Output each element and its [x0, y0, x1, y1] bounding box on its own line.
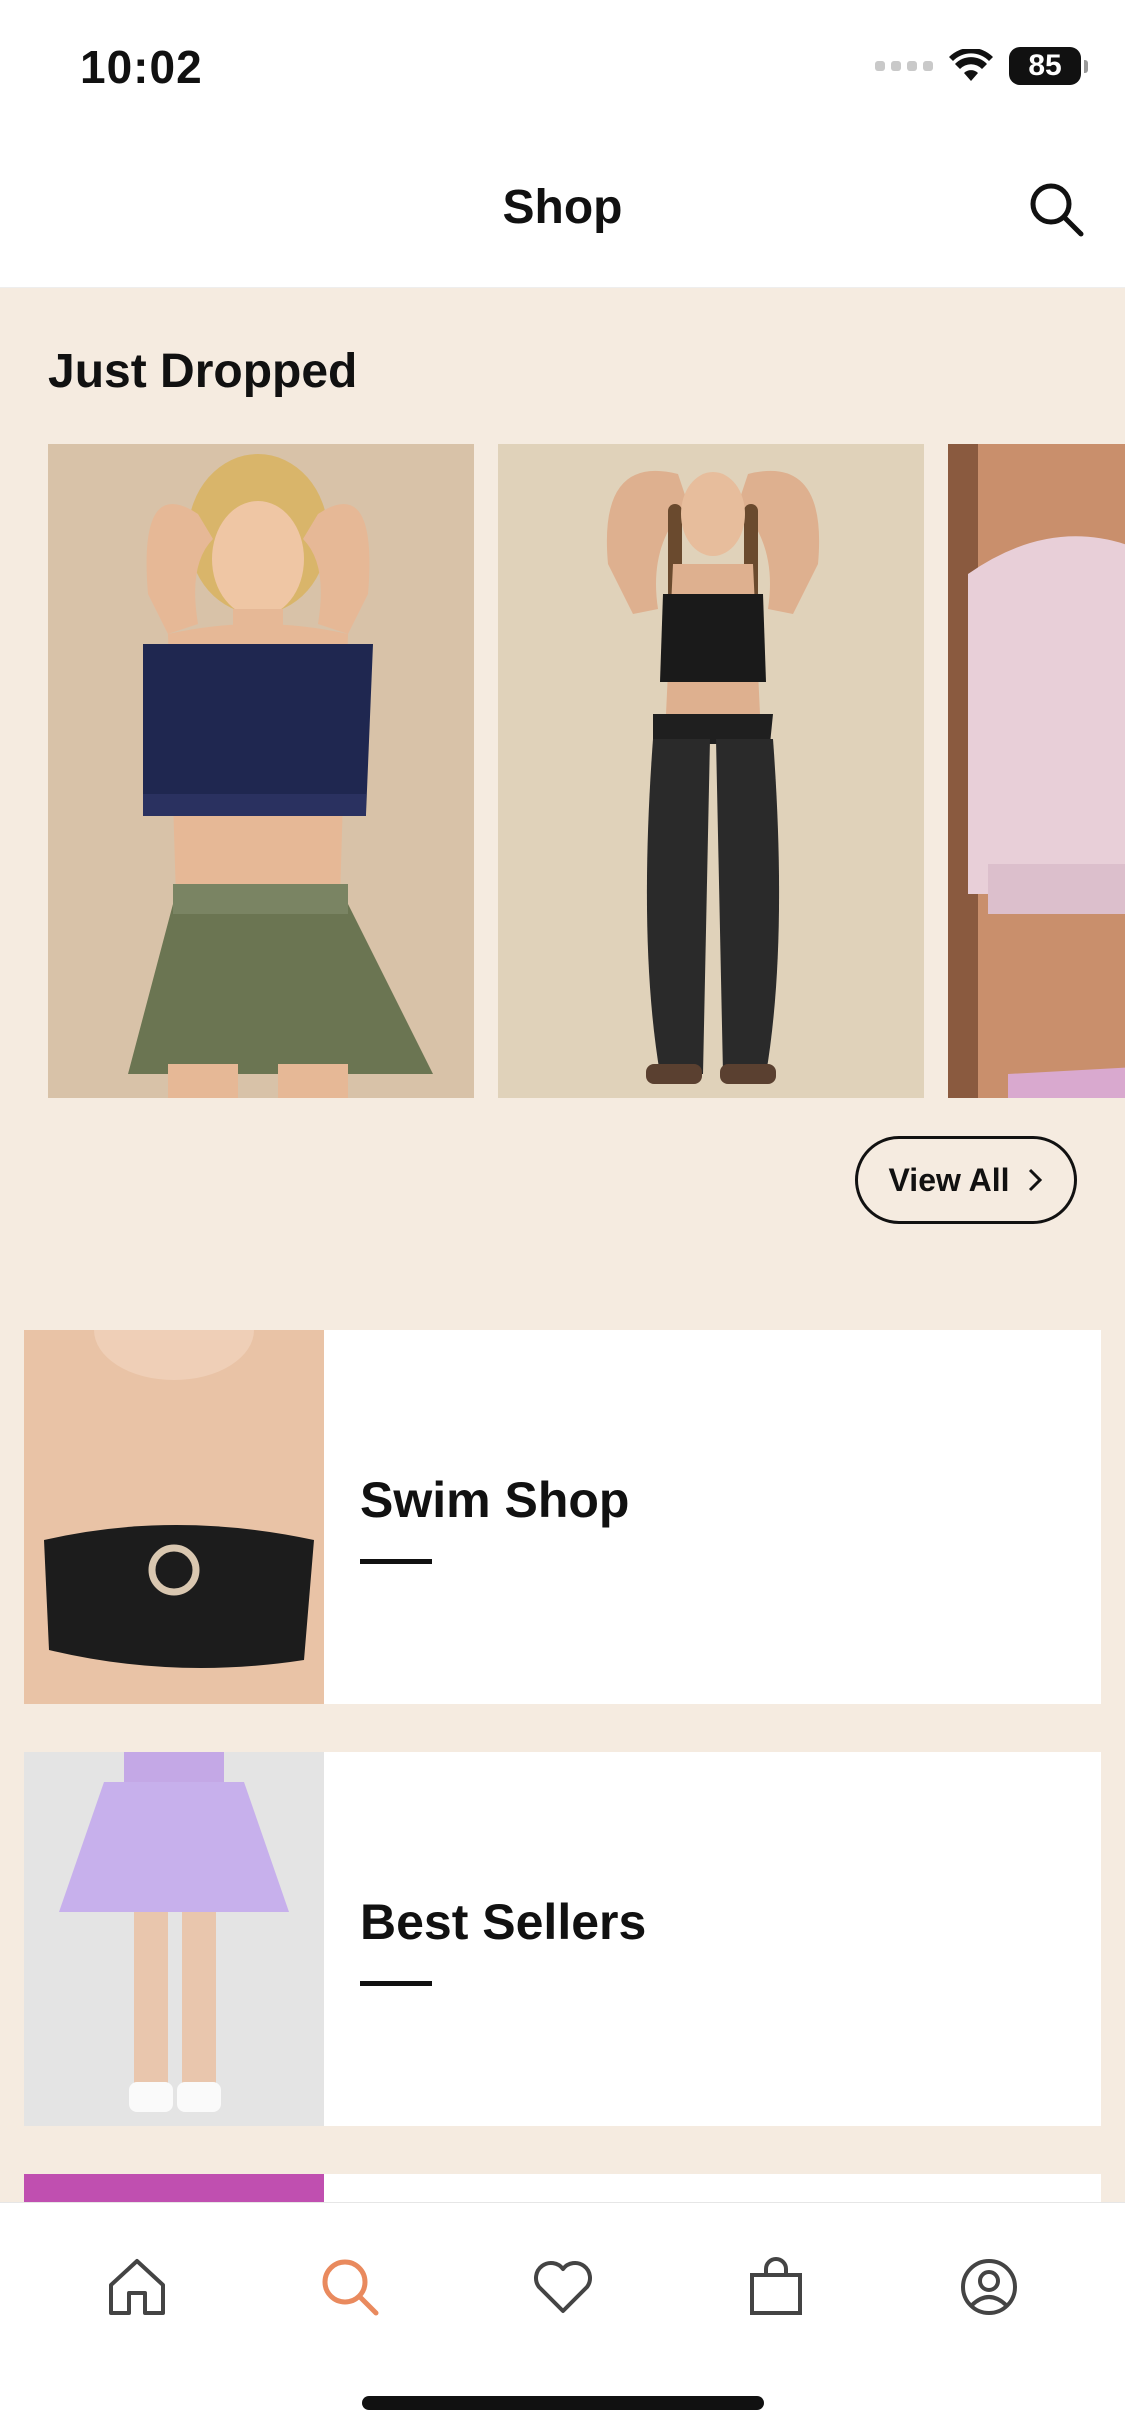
category-swim-shop[interactable]: Swim Shop [24, 1330, 1101, 1704]
tab-favorites[interactable] [523, 2247, 603, 2327]
product-card[interactable] [948, 444, 1125, 1098]
category-next-partial[interactable] [24, 2174, 1101, 2202]
category-info [324, 2174, 1101, 2202]
bottom-tab-bar [0, 2202, 1125, 2436]
chevron-right-icon [1029, 1168, 1043, 1192]
product-image [48, 444, 474, 1098]
category-label: Swim Shop [360, 1471, 630, 1528]
home-indicator [362, 2396, 764, 2410]
category-underline [360, 1980, 432, 1986]
category-thumbnail [24, 2174, 324, 2202]
category-thumbnail [24, 1752, 324, 2126]
category-info: Swim Shop [324, 1330, 1101, 1704]
tab-profile[interactable] [949, 2247, 1029, 2327]
battery-level: 85 [1028, 49, 1062, 82]
status-time: 10:02 [80, 41, 203, 93]
tab-bag[interactable] [736, 2247, 816, 2327]
page-title: Shop [502, 181, 623, 234]
swim-shop-image [24, 1330, 324, 1704]
product-image [948, 444, 1125, 1098]
heart-icon [533, 2261, 592, 2313]
search-icon[interactable] [1025, 178, 1087, 240]
wifi-icon [949, 49, 993, 81]
category-thumbnail [24, 1330, 324, 1704]
category-label: Best Sellers [360, 1893, 647, 1950]
cellular-signal-icon [875, 61, 933, 71]
status-bar: 10:02 85 [0, 0, 1125, 140]
status-indicators: 85 [875, 44, 1088, 88]
category-best-sellers[interactable]: Best Sellers [24, 1752, 1101, 2126]
best-sellers-image [24, 1752, 324, 2126]
view-all-label: View All [888, 1161, 1010, 1198]
shop-content: Just Dropped View All Swim Shop Best Sel… [0, 288, 1125, 2202]
home-icon [108, 2259, 165, 2315]
just-dropped-carousel[interactable] [48, 444, 1125, 1098]
category-info: Best Sellers [324, 1752, 1101, 2126]
view-all-button[interactable]: View All [855, 1136, 1077, 1224]
battery-indicator: 85 [1009, 47, 1088, 85]
tab-home[interactable] [97, 2247, 177, 2327]
shopping-bag-icon [749, 2257, 802, 2315]
search-icon [322, 2259, 378, 2316]
product-image [498, 444, 924, 1098]
app-header: Shop [0, 140, 1125, 288]
section-title-just-dropped: Just Dropped [48, 345, 358, 398]
category-underline [360, 1558, 432, 1564]
tab-search[interactable] [310, 2247, 390, 2327]
product-card[interactable] [498, 444, 924, 1098]
product-card[interactable] [48, 444, 474, 1098]
profile-icon [960, 2259, 1017, 2315]
